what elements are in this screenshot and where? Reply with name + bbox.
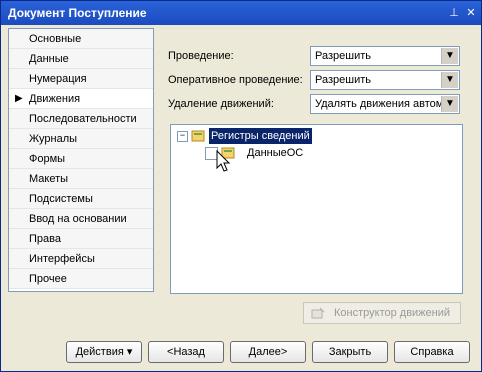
posting-select[interactable]: Разрешить ▼ <box>310 46 460 66</box>
titlebar: Документ Поступление ⊥ ✕ <box>1 1 481 25</box>
registry-icon <box>191 129 205 143</box>
sidebar-item-interfaces[interactable]: Интерфейсы <box>9 249 153 269</box>
posting-row: Проведение: Разрешить ▼ <box>168 46 468 68</box>
selected-arrow-icon: ▶ <box>15 93 23 104</box>
delete-select[interactable]: Удалять движения автом ▼ <box>310 94 460 114</box>
window-title: Документ Поступление <box>8 6 147 20</box>
delete-row: Удаление движений: Удалять движения авто… <box>168 94 468 116</box>
sidebar-item-basic[interactable]: Основные <box>9 29 153 49</box>
actions-button[interactable]: Действия ▾ <box>66 341 142 363</box>
close-button[interactable]: Закрыть <box>312 341 388 363</box>
posting-label: Проведение: <box>168 50 234 62</box>
chevron-down-icon[interactable]: ▼ <box>441 48 458 64</box>
mouse-cursor-icon <box>216 149 232 174</box>
collapse-icon[interactable]: − <box>177 131 188 142</box>
sidebar-item-movements[interactable]: ▶ Движения <box>9 89 153 109</box>
sidebar-item-templates[interactable]: Макеты <box>9 169 153 189</box>
registers-tree[interactable]: − Регистры сведений ДанныеОС <box>170 124 463 294</box>
sidebar-item-rights[interactable]: Права <box>9 229 153 249</box>
sidebar-item-numbering[interactable]: Нумерация <box>9 69 153 89</box>
pin-icon[interactable]: ⊥ <box>448 6 460 20</box>
operative-select[interactable]: Разрешить ▼ <box>310 70 460 90</box>
sidebar-item-forms[interactable]: Формы <box>9 149 153 169</box>
sidebar-item-subsystems[interactable]: Подсистемы <box>9 189 153 209</box>
sidebar-item-data[interactable]: Данные <box>9 49 153 69</box>
close-icon[interactable]: ✕ <box>465 6 477 20</box>
constructor-label: Конструктор движений <box>334 307 451 319</box>
sidebar-item-sequences[interactable]: Последовательности <box>9 109 153 129</box>
delete-label: Удаление движений: <box>168 98 274 110</box>
help-button[interactable]: Справка <box>394 341 470 363</box>
operative-label: Оперативное проведение: <box>168 74 303 86</box>
chevron-down-icon: ▾ <box>126 346 133 358</box>
delete-value: Удалять движения автом <box>315 98 441 110</box>
back-button[interactable]: <Назад <box>148 341 224 363</box>
next-button[interactable]: Далее> <box>230 341 306 363</box>
sidebar-item-journals[interactable]: Журналы <box>9 129 153 149</box>
tree-root-label: Регистры сведений <box>209 128 312 144</box>
posting-value: Разрешить <box>315 50 371 62</box>
chevron-down-icon[interactable]: ▼ <box>441 72 458 88</box>
chevron-down-icon[interactable]: ▼ <box>441 96 458 112</box>
sidebar: Основные Данные Нумерация ▶ Движения Пос… <box>8 28 154 292</box>
constructor-icon <box>310 306 326 323</box>
operative-value: Разрешить <box>315 74 371 86</box>
operative-row: Оперативное проведение: Разрешить ▼ <box>168 70 468 92</box>
constructor-button[interactable]: Конструктор движений <box>303 302 461 324</box>
sidebar-item-based-input[interactable]: Ввод на основании <box>9 209 153 229</box>
sidebar-item-other[interactable]: Прочее <box>9 269 153 289</box>
tree-child-label: ДанныеОС <box>247 147 304 159</box>
tree-root-node[interactable]: − Регистры сведений <box>177 128 347 144</box>
